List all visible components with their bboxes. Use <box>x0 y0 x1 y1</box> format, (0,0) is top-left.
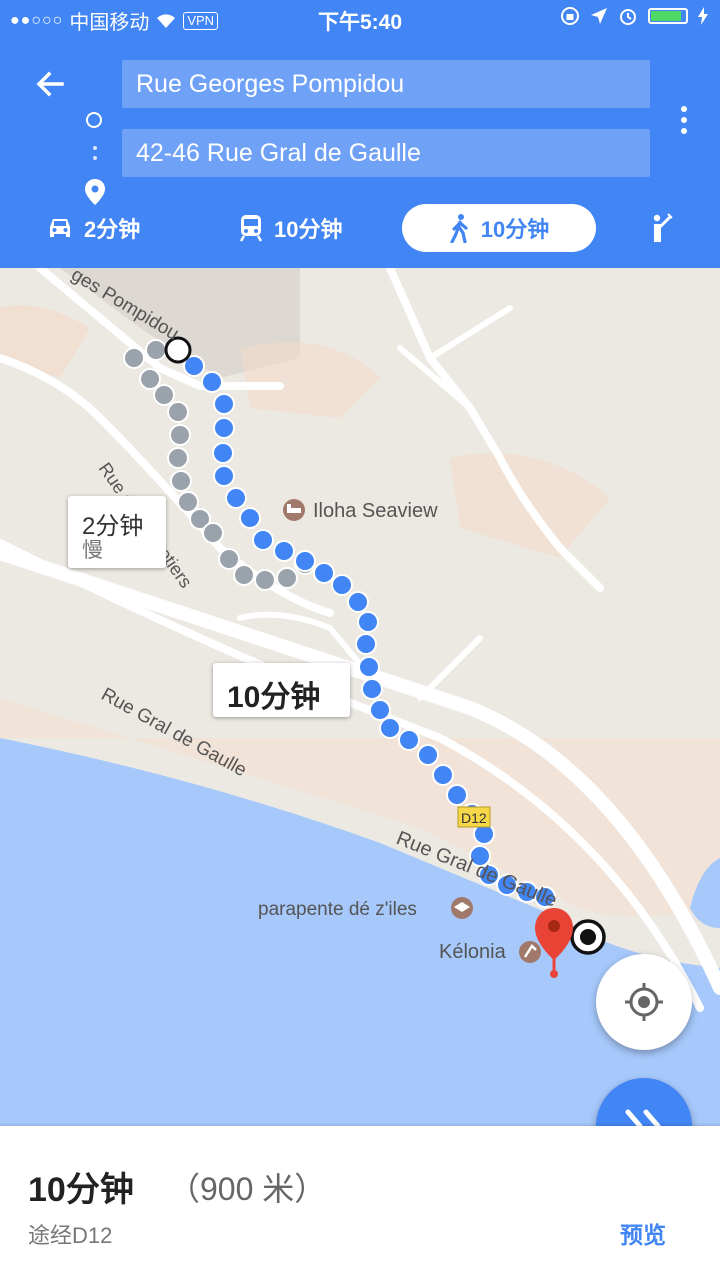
route-dot <box>213 417 235 439</box>
poi-hotel-icon[interactable] <box>283 499 305 521</box>
route-summary-sheet[interactable]: 10分钟 （900 米） 途经D12 预览 <box>0 1126 720 1280</box>
route-dot <box>273 540 295 562</box>
route-dot <box>446 784 468 806</box>
route-dot <box>212 442 234 464</box>
route-duration: 10分钟 <box>28 1171 134 1209</box>
tab-driving[interactable]: 2分钟 <box>46 204 140 252</box>
alarm-icon <box>620 9 636 25</box>
tab-driving-label: 2分钟 <box>84 217 141 242</box>
route-dot <box>167 401 189 423</box>
battery-icon <box>648 8 688 24</box>
poi-label-kelonia[interactable]: Kélonia <box>439 941 507 963</box>
car-icon <box>50 219 70 237</box>
route-dot <box>294 550 316 572</box>
tab-walking[interactable]: 10分钟 <box>402 204 596 252</box>
route-dot <box>153 384 175 406</box>
route-time: 10分钟 <box>227 681 321 714</box>
travel-mode-tabs: 2分钟 10分钟 10分钟 <box>0 204 720 256</box>
route-dot <box>167 447 189 469</box>
route-dot <box>313 562 335 584</box>
start-navigation-button[interactable] <box>596 1078 692 1126</box>
poi-label-hotel[interactable]: Iloha Seaview <box>313 500 438 522</box>
route-dot <box>177 491 199 513</box>
route-dot <box>369 699 391 721</box>
route-dot <box>358 656 380 678</box>
road-shield-label: D12 <box>461 810 487 826</box>
my-location-button[interactable] <box>596 954 692 1050</box>
route-dot <box>123 347 145 369</box>
connector-dot <box>93 156 97 160</box>
route-dot <box>233 564 255 586</box>
connector-dot <box>93 146 97 150</box>
crosshair-icon <box>625 983 663 1021</box>
route-dot <box>170 470 192 492</box>
route-dot <box>331 574 353 596</box>
route-dot <box>139 368 161 390</box>
map-view[interactable]: ges Pompidou Rue des Cocotiers Rue Gral … <box>0 268 720 1126</box>
route-dot <box>239 507 261 529</box>
location-arrow-icon <box>591 8 607 24</box>
poi-label-paraglide[interactable]: parapente dé z'iles <box>258 899 417 920</box>
route-dot <box>379 717 401 739</box>
poi-school-icon[interactable] <box>451 897 473 919</box>
more-options-icon[interactable] <box>676 106 692 142</box>
hail-ride-icon <box>653 213 673 242</box>
poi-tourist-icon[interactable] <box>519 941 541 963</box>
route-dot <box>218 548 240 570</box>
alt-route-time-bubble[interactable]: 2分钟 慢 <box>68 496 166 568</box>
destination-input[interactable]: 42-46 Rue Gral de Gaulle <box>122 129 650 177</box>
route-dot <box>361 678 383 700</box>
route-dot <box>213 393 235 415</box>
route-dot <box>201 371 223 393</box>
tab-walking-label: 10分钟 <box>480 217 550 242</box>
tab-ride[interactable] <box>648 204 674 252</box>
origin-circle-icon <box>86 112 102 128</box>
route-dot <box>145 339 167 361</box>
route-dot <box>252 529 274 551</box>
tab-transit[interactable]: 10分钟 <box>238 204 342 252</box>
alt-route-note: 慢 <box>82 539 103 562</box>
rotation-lock-icon <box>561 7 579 25</box>
route-dot <box>202 522 224 544</box>
directions-header: Rue Georges Pompidou 42-46 Rue Gral de G… <box>0 38 720 268</box>
double-chevron-icon <box>625 1109 661 1126</box>
route-dot <box>347 591 369 613</box>
tab-transit-label: 10分钟 <box>274 217 343 242</box>
route-dot <box>355 633 377 655</box>
preview-button[interactable]: 预览 <box>620 1216 666 1250</box>
origin-input[interactable]: Rue Georges Pompidou <box>122 60 650 108</box>
route-time-bubble[interactable]: 10分钟 <box>213 663 350 717</box>
route-dot <box>357 611 379 633</box>
status-bar: ●●○○○ 中国移动 VPN 下午5:40 <box>0 0 720 38</box>
route-dot <box>432 764 454 786</box>
route-dot <box>225 487 247 509</box>
walking-person-icon <box>450 214 468 243</box>
route-dot <box>417 744 439 766</box>
back-arrow-icon[interactable] <box>32 66 68 102</box>
train-icon <box>239 215 263 242</box>
route-dot <box>169 424 191 446</box>
charging-icon <box>698 7 708 25</box>
route-dot <box>276 567 298 589</box>
route-via: 途经D12 <box>28 1223 113 1248</box>
route-dot <box>254 569 276 591</box>
route-distance: （900 米） <box>168 1171 327 1207</box>
route-dot <box>398 729 420 751</box>
route-dot <box>213 465 235 487</box>
destination-pin-icon <box>85 179 105 205</box>
